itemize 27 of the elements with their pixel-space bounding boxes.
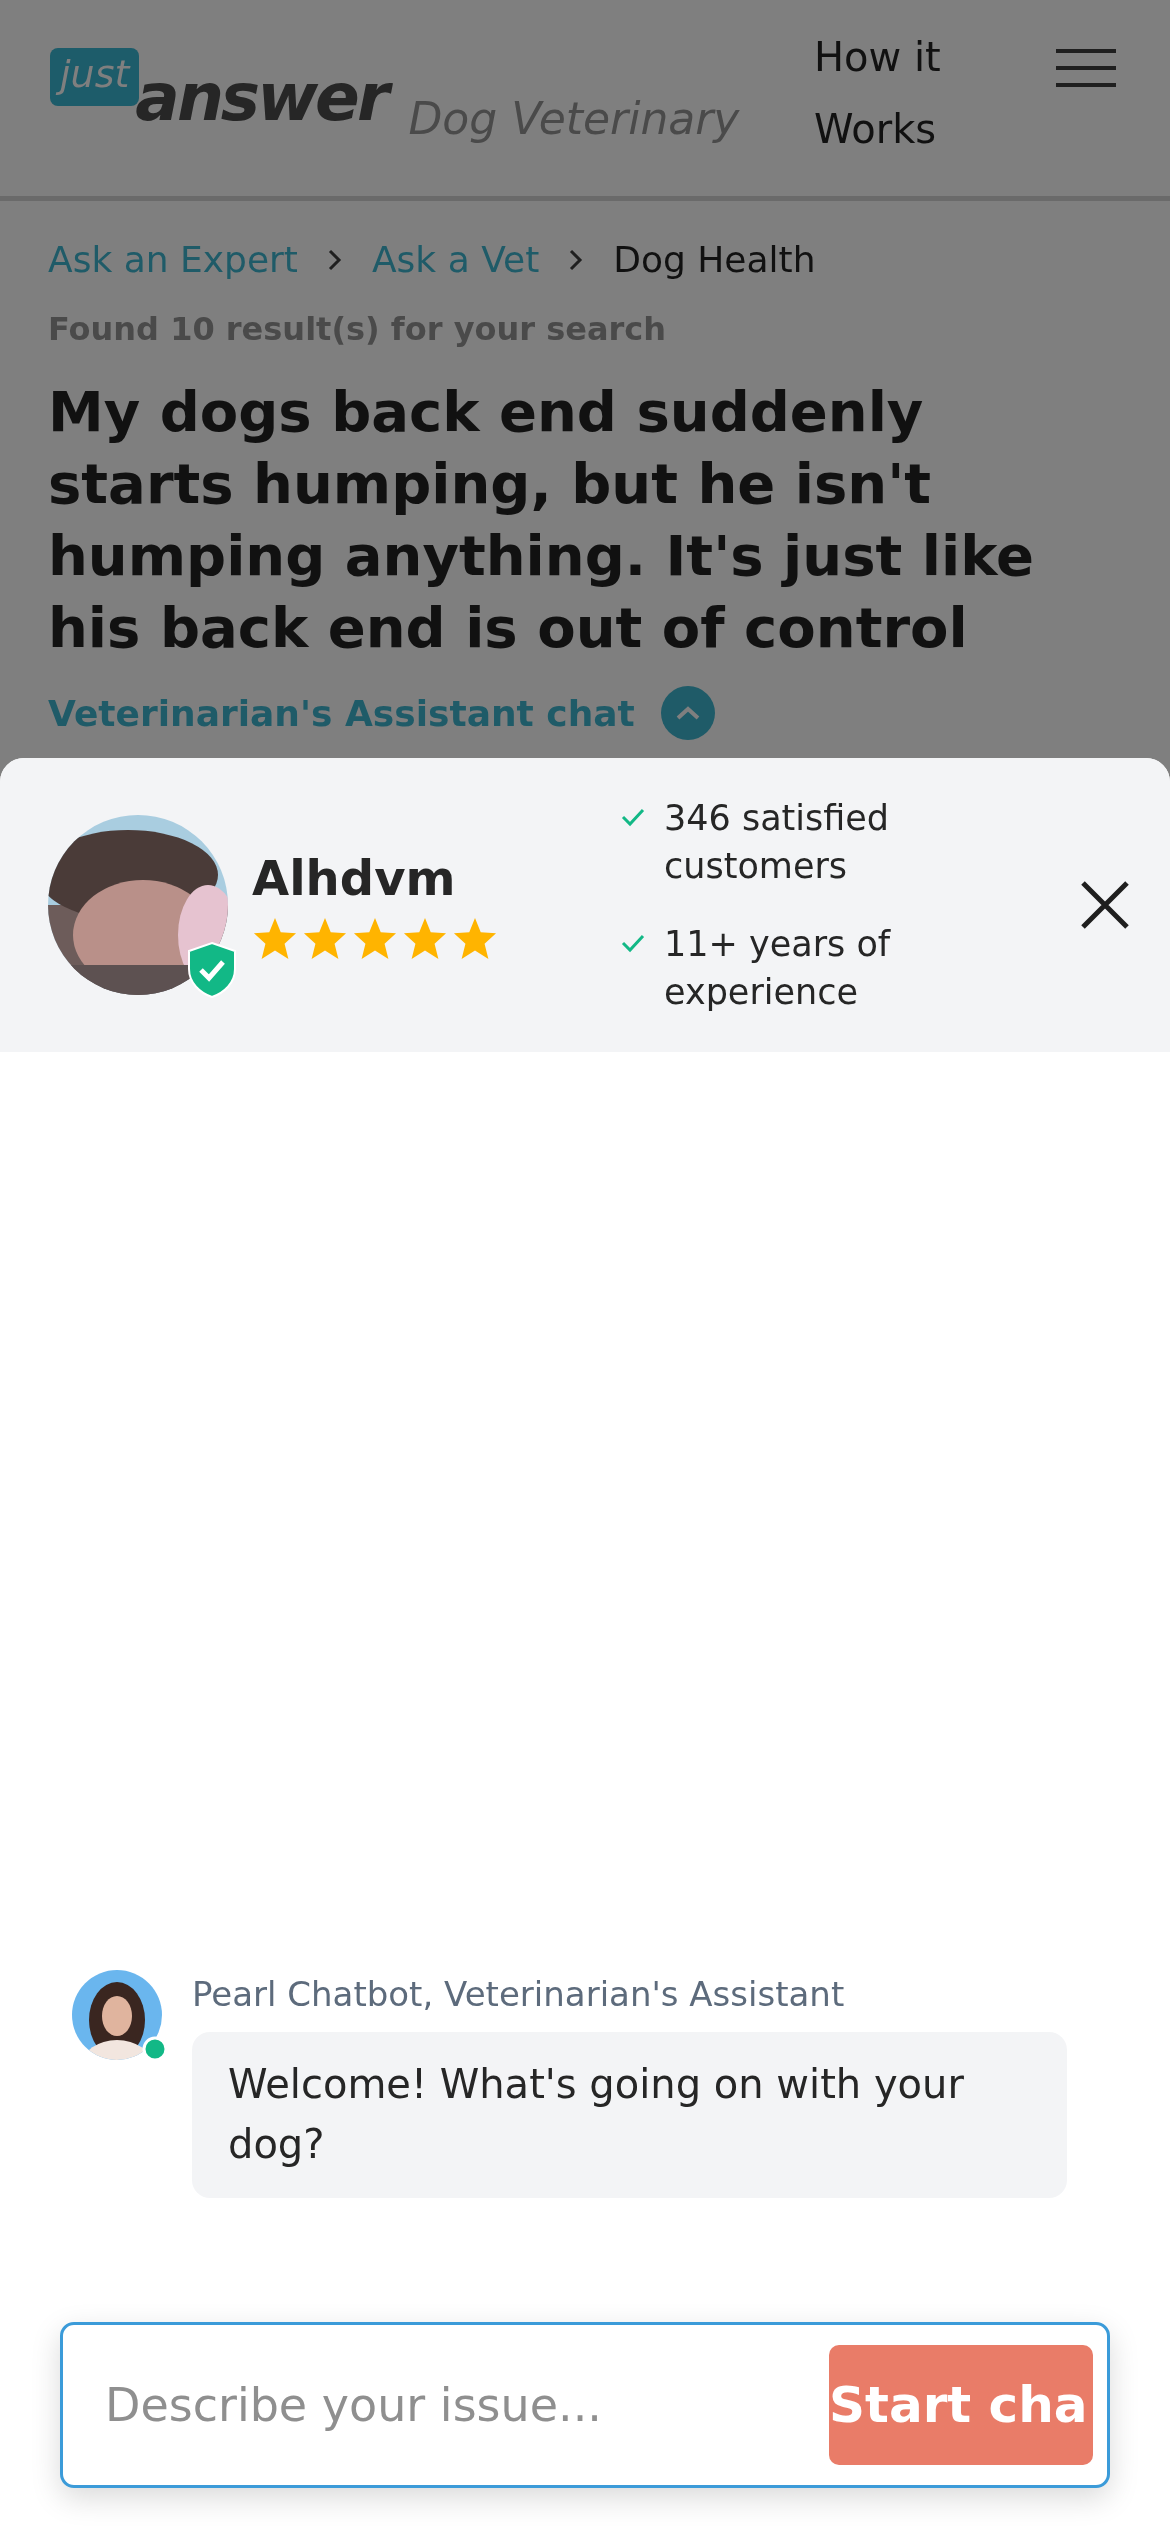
online-status-icon: [142, 2036, 168, 2062]
breadcrumb[interactable]: Ask an Expert: [48, 239, 298, 280]
sender-name: Pearl Chatbot, Veterinarian's Assistant: [192, 1974, 846, 2014]
star-icon: [352, 916, 398, 960]
chat-link[interactable]: Veterinarian's Assistant chat: [48, 692, 635, 734]
star-icon: [302, 916, 348, 960]
star-icon: [252, 916, 298, 960]
close-button[interactable]: [1080, 880, 1130, 930]
fact-text: 11+ years of experience: [664, 923, 892, 1014]
star-icon: [402, 916, 448, 960]
expert-name: Alhdvm: [252, 850, 457, 906]
chevron-up-icon: [674, 705, 701, 721]
breadcrumb[interactable]: Ask a Vet: [371, 239, 540, 280]
nav-link[interactable]: How it Works: [814, 21, 964, 165]
start-chat-button[interactable]: Start cha: [829, 2345, 1093, 2465]
check-icon: [620, 806, 646, 828]
star-icon: [452, 916, 498, 960]
menu-button[interactable]: [1054, 48, 1118, 88]
menu-icon: [1054, 48, 1118, 88]
message-field[interactable]: Describe your issue... Start cha: [60, 2322, 1110, 2488]
breadcrumb: Dog Health: [613, 239, 816, 280]
check-icon: [620, 932, 646, 954]
verified-badge-icon: [186, 941, 238, 999]
close-icon: [1080, 880, 1130, 930]
chat-message: Welcome! What's going on with your dog?: [192, 2032, 1067, 2198]
fact-text: 346 satisfied customers: [664, 797, 891, 888]
question-title: My dogs back end suddenly starts humping, but he isn't humping anything. It's just like his back end is out of control: [48, 378, 1035, 662]
